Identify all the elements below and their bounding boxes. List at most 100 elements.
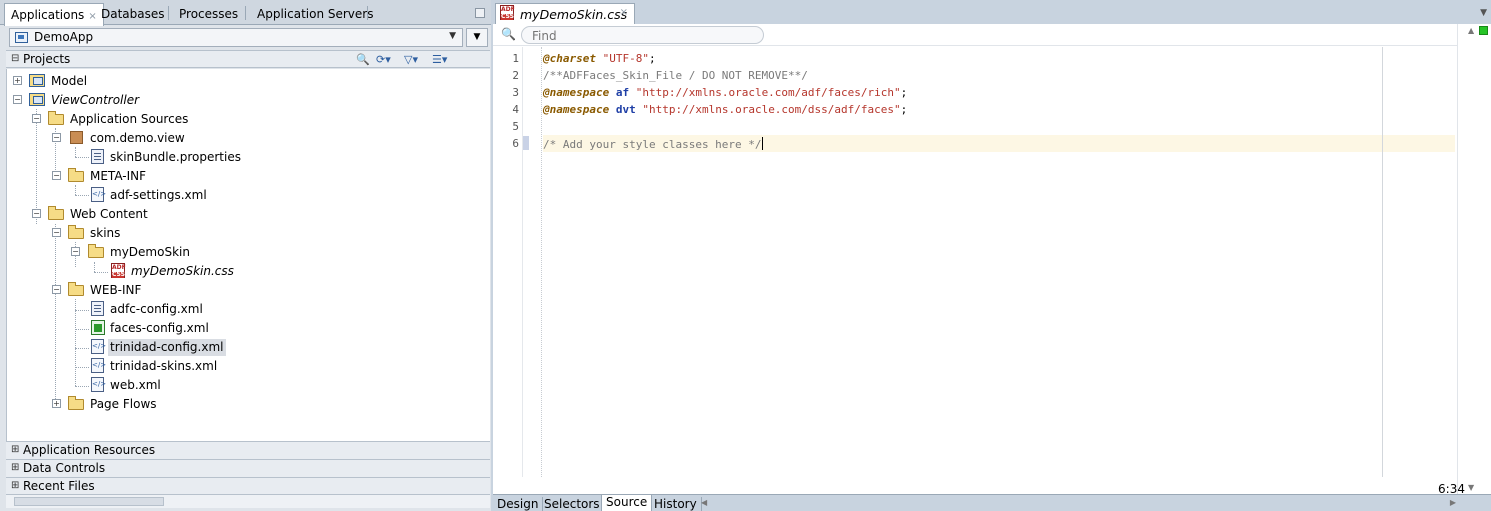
tab-application-servers[interactable]: Application Servers	[251, 3, 379, 25]
expand-icon[interactable]: ⊞	[11, 480, 19, 491]
collapse-icon[interactable]: −	[32, 114, 41, 123]
code-line-1: @charset "UTF-8";	[543, 52, 656, 65]
collapse-icon[interactable]: −	[71, 247, 80, 256]
tree-node-label: WEB-INF	[90, 283, 142, 297]
tree-node-skins[interactable]: − skins	[7, 224, 487, 243]
expand-icon[interactable]: +	[52, 399, 61, 408]
tree-node-label: trinidad-config.xml	[108, 339, 226, 356]
project-icon	[29, 93, 45, 106]
editor-tab-bar: ADF CSS myDemoSkin.css × ▼	[493, 0, 1491, 24]
scroll-left-icon[interactable]: ◀	[701, 498, 707, 507]
tree-node-mydemoskin-css[interactable]: ADF CSS myDemoSkin.css	[7, 262, 487, 281]
collapse-icon[interactable]: −	[52, 285, 61, 294]
tree-node-skinbundle-properties[interactable]: skinBundle.properties	[7, 148, 487, 167]
tab-design[interactable]: Design	[493, 497, 544, 511]
tree-node-web-xml[interactable]: </> web.xml	[7, 376, 487, 395]
accordion-data-controls[interactable]: ⊞ Data Controls	[6, 459, 490, 477]
faces-config-icon	[91, 320, 105, 335]
editor-tab-mydemoskin-css[interactable]: ADF CSS myDemoSkin.css ×	[495, 3, 635, 24]
tab-source[interactable]: Source	[601, 495, 653, 511]
tree-node-web-inf[interactable]: − WEB-INF	[7, 281, 487, 300]
tree-node-trinidad-skins-xml[interactable]: </> trinidad-skins.xml	[7, 357, 487, 376]
tree-node-label: myDemoSkin.css	[131, 264, 234, 278]
filter-icon[interactable]: ▽▾	[404, 53, 418, 66]
folder-icon	[68, 168, 84, 182]
tab-applications[interactable]: Applications ×	[4, 3, 104, 26]
tree-node-label: skins	[90, 226, 121, 240]
horizontal-scrollbar[interactable]	[6, 494, 490, 508]
scrollbar-thumb[interactable]	[14, 497, 164, 506]
tree-node-web-content[interactable]: − Web Content	[7, 205, 487, 224]
projects-header[interactable]: ⊟ Projects 🔍 ⟳▾ ▽▾ ☰▾	[6, 50, 490, 68]
search-icon[interactable]: 🔍	[501, 27, 516, 41]
tree-node-model[interactable]: + Model	[7, 72, 487, 91]
tree-node-application-sources[interactable]: − Application Sources	[7, 110, 487, 129]
minimize-icon[interactable]	[475, 8, 485, 18]
tree-node-com-demo-view[interactable]: − com.demo.view	[7, 129, 487, 148]
tab-selectors[interactable]: Selectors	[540, 497, 605, 511]
package-icon	[70, 131, 83, 144]
collapse-icon[interactable]: −	[52, 133, 61, 142]
search-icon[interactable]: 🔍	[356, 53, 370, 66]
application-navigator-panel: Applications × Databases Processes Applic…	[0, 0, 491, 511]
expand-icon[interactable]: ⊞	[11, 462, 19, 473]
folder-icon	[68, 282, 84, 296]
tab-databases[interactable]: Databases	[95, 3, 171, 25]
code-line-4: @namespace dvt "http://xmlns.oracle.com/…	[543, 103, 908, 116]
tree-node-page-flows[interactable]: + Page Flows	[7, 395, 487, 414]
code-line-6: /* Add your style classes here */	[543, 137, 763, 151]
text-caret	[761, 137, 763, 150]
view-options-icon[interactable]: ☰▾	[432, 53, 447, 66]
tree-node-trinidad-config-xml[interactable]: </> trinidad-config.xml	[7, 338, 487, 357]
tree-node-label: Page Flows	[90, 397, 157, 411]
tree-node-adfc-config-xml[interactable]: adfc-config.xml	[7, 300, 487, 319]
close-icon[interactable]: ×	[620, 7, 628, 18]
expand-icon[interactable]: +	[13, 76, 22, 85]
scroll-up-icon[interactable]: ▲	[1468, 26, 1474, 35]
tree-node-label: web.xml	[110, 378, 161, 392]
folder-icon	[68, 396, 84, 410]
folder-icon	[48, 111, 64, 125]
tree-node-mydemoskin-folder[interactable]: − myDemoSkin	[7, 243, 487, 262]
collapse-icon[interactable]: −	[13, 95, 22, 104]
xml-file-icon: </>	[91, 339, 106, 354]
sync-icon[interactable]: ⟳▾	[376, 53, 391, 66]
collapse-icon[interactable]: −	[32, 209, 41, 218]
current-line-marker	[523, 136, 529, 150]
accordion-application-resources[interactable]: ⊞ Application Resources	[6, 441, 490, 459]
find-input[interactable]	[521, 26, 764, 44]
chevron-down-icon[interactable]: ▼	[1480, 8, 1487, 18]
vertical-scrollbar[interactable]: ▲ ▼	[1457, 24, 1491, 494]
tree-node-label: Model	[51, 74, 88, 88]
collapse-icon[interactable]: ⊟	[11, 53, 19, 64]
scroll-right-icon[interactable]: ▶	[1450, 498, 1456, 507]
tree-node-label: META-INF	[90, 169, 147, 183]
code-area[interactable]: @charset "UTF-8"; /**ADFFaces_Skin_File …	[543, 47, 1455, 477]
tab-processes[interactable]: Processes	[173, 3, 244, 25]
application-icon	[15, 32, 28, 43]
tree-node-label: adfc-config.xml	[110, 302, 203, 316]
application-name: DemoApp	[34, 30, 94, 44]
tab-history[interactable]: History	[650, 497, 702, 511]
collapse-icon[interactable]: −	[52, 171, 61, 180]
tree-node-viewcontroller[interactable]: − ViewController	[7, 91, 487, 110]
application-selector-row: DemoApp ▼ ▼	[6, 27, 488, 49]
tree-node-label: skinBundle.properties	[110, 150, 241, 164]
application-select[interactable]: DemoApp ▼	[9, 28, 463, 47]
css-file-icon: ADF CSS	[500, 5, 515, 20]
tree-node-meta-inf[interactable]: − META-INF	[7, 167, 487, 186]
horizontal-scrollbar[interactable]: ◀ ▶	[701, 498, 1456, 509]
tree-node-faces-config-xml[interactable]: faces-config.xml	[7, 319, 487, 338]
tree-node-adf-settings-xml[interactable]: </> adf-settings.xml	[7, 186, 487, 205]
xml-file-icon: </>	[91, 358, 106, 373]
tab-separator	[168, 6, 169, 20]
web-xml-icon: </>	[91, 377, 106, 392]
expand-icon[interactable]: ⊞	[11, 444, 19, 455]
tree-node-label: myDemoSkin	[110, 245, 190, 259]
folder-icon	[88, 244, 104, 258]
scroll-down-icon[interactable]: ▼	[1468, 483, 1474, 492]
accordion-recent-files[interactable]: ⊞ Recent Files	[6, 477, 490, 495]
collapse-icon[interactable]: −	[52, 228, 61, 237]
application-menu-button[interactable]: ▼	[466, 28, 488, 47]
tree-node-label: ViewController	[51, 93, 140, 107]
